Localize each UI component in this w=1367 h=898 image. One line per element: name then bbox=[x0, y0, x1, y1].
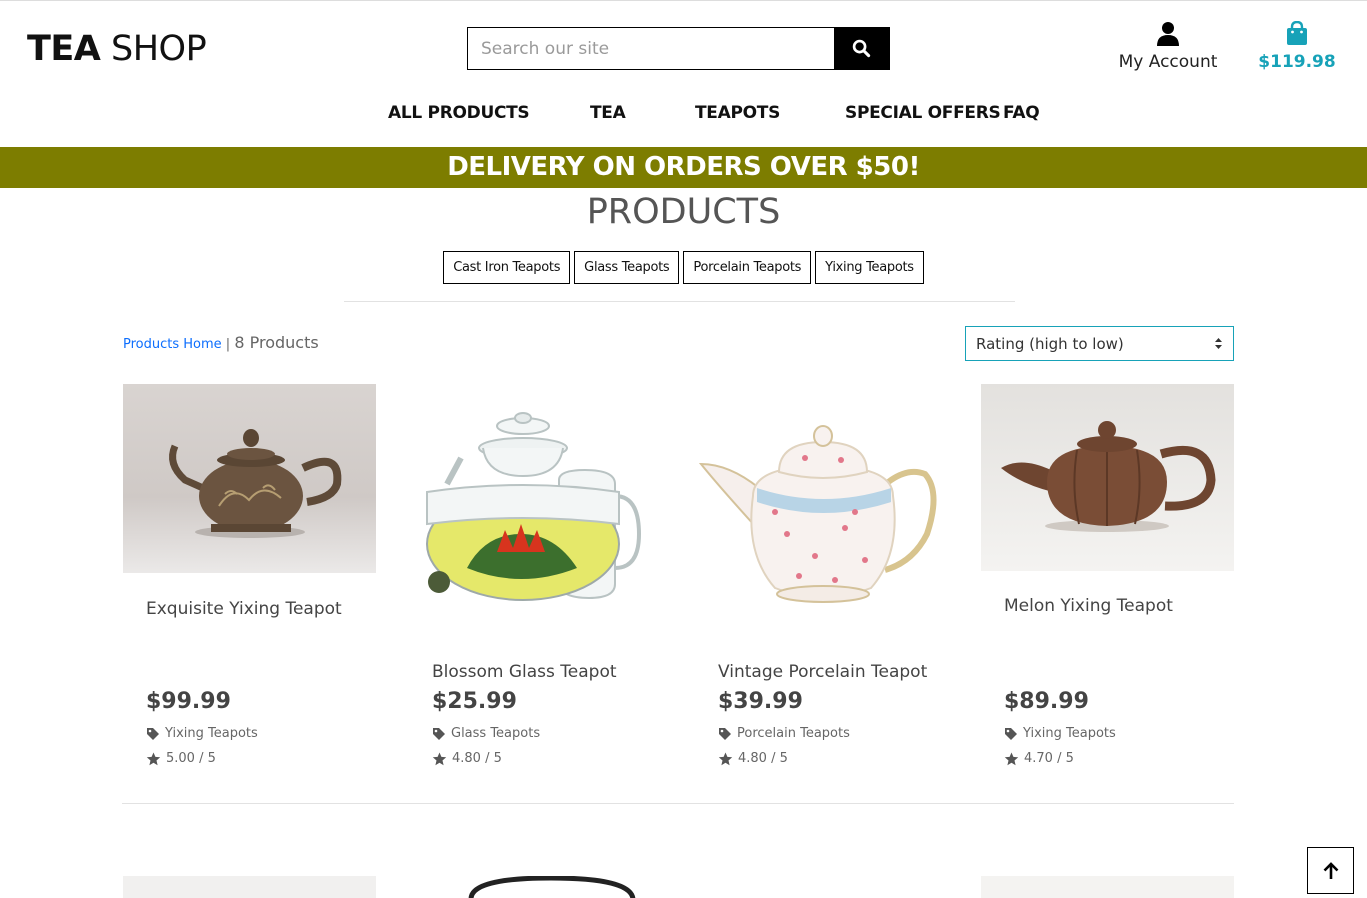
product-category-label: Porcelain Teapots bbox=[737, 726, 850, 741]
product-card[interactable]: Melon Yixing Teapot $89.99 Yixing Teapot… bbox=[981, 384, 1234, 784]
search-form bbox=[467, 27, 890, 70]
product-category[interactable]: Yixing Teapots bbox=[146, 726, 258, 741]
back-to-top-button[interactable] bbox=[1307, 847, 1354, 894]
search-button[interactable] bbox=[834, 28, 889, 69]
star-icon bbox=[432, 752, 447, 765]
delivery-banner: DELIVERY ON ORDERS OVER $50! bbox=[0, 147, 1367, 188]
main-nav: ALL PRODUCTS TEA TEAPOTS SPECIAL OFFERS … bbox=[0, 103, 1367, 129]
nav-faq[interactable]: FAQ bbox=[1003, 103, 1040, 123]
category-porcelain-teapots[interactable]: Porcelain Teapots bbox=[683, 251, 812, 284]
product-rating: 4.80 / 5 bbox=[718, 751, 788, 766]
tag-icon bbox=[433, 727, 445, 740]
nav-tea[interactable]: TEA bbox=[590, 103, 626, 123]
nav-all-products[interactable]: ALL PRODUCTS bbox=[388, 103, 530, 123]
category-filters: Cast Iron Teapots Glass Teapots Porcelai… bbox=[0, 251, 1367, 284]
breadcrumb-separator: | bbox=[225, 337, 231, 352]
product-image-peek bbox=[981, 876, 1234, 898]
site-logo[interactable]: TEA SHOP bbox=[27, 29, 207, 69]
product-price: $25.99 bbox=[432, 689, 517, 714]
product-name[interactable]: Melon Yixing Teapot bbox=[1004, 596, 1173, 616]
product-card[interactable]: Blossom Glass Teapot $25.99 Glass Teapot… bbox=[409, 384, 662, 784]
sort-caret-icon bbox=[1215, 338, 1222, 349]
product-rating: 5.00 / 5 bbox=[146, 751, 216, 766]
product-rating-value: 5.00 / 5 bbox=[166, 751, 216, 766]
product-rating: 4.70 / 5 bbox=[1004, 751, 1074, 766]
product-rating-value: 4.70 / 5 bbox=[1024, 751, 1074, 766]
product-rating-value: 4.80 / 5 bbox=[452, 751, 502, 766]
product-price: $99.99 bbox=[146, 689, 231, 714]
bag-total: $119.98 bbox=[1258, 52, 1336, 72]
category-glass-teapots[interactable]: Glass Teapots bbox=[574, 251, 680, 284]
nav-special-offers[interactable]: SPECIAL OFFERS bbox=[845, 103, 1001, 123]
product-image[interactable] bbox=[409, 384, 662, 624]
breadcrumb: Products Home | 8 Products bbox=[123, 333, 319, 352]
product-price: $39.99 bbox=[718, 689, 803, 714]
product-name[interactable]: Exquisite Yixing Teapot bbox=[146, 599, 342, 619]
tag-icon bbox=[719, 727, 731, 740]
product-image[interactable] bbox=[981, 384, 1234, 571]
product-image-peek bbox=[468, 876, 636, 898]
category-cast-iron-teapots[interactable]: Cast Iron Teapots bbox=[443, 251, 571, 284]
product-card[interactable]: Vintage Porcelain Teapot $39.99 Porcelai… bbox=[695, 384, 948, 784]
product-rating-value: 4.80 / 5 bbox=[738, 751, 788, 766]
product-image[interactable] bbox=[123, 384, 376, 573]
category-yixing-teapots[interactable]: Yixing Teapots bbox=[815, 251, 924, 284]
logo-light-text: SHOP bbox=[111, 29, 207, 69]
product-name[interactable]: Vintage Porcelain Teapot bbox=[718, 662, 927, 682]
user-icon bbox=[1157, 22, 1179, 46]
star-icon bbox=[1004, 752, 1019, 765]
shopping-bag-link[interactable]: $119.98 bbox=[1258, 20, 1336, 72]
product-card[interactable]: Exquisite Yixing Teapot $99.99 Yixing Te… bbox=[123, 384, 376, 784]
page-title: PRODUCTS bbox=[586, 192, 781, 232]
product-name[interactable]: Blossom Glass Teapot bbox=[432, 662, 617, 682]
product-category-label: Glass Teapots bbox=[451, 726, 541, 741]
product-image[interactable] bbox=[695, 384, 948, 624]
divider bbox=[122, 803, 1234, 804]
sort-select[interactable]: Rating (high to low) bbox=[965, 326, 1234, 361]
product-category-label: Yixing Teapots bbox=[165, 726, 258, 741]
nav-teapots[interactable]: TEAPOTS bbox=[695, 103, 780, 123]
my-account-link[interactable]: My Account bbox=[1112, 21, 1224, 72]
product-category[interactable]: Porcelain Teapots bbox=[718, 726, 850, 741]
logo-bold-text: TEA bbox=[27, 29, 101, 69]
star-icon bbox=[146, 752, 161, 765]
star-icon bbox=[718, 752, 733, 765]
search-input[interactable] bbox=[468, 28, 834, 69]
divider bbox=[344, 301, 1015, 302]
tag-icon bbox=[1005, 727, 1017, 740]
product-image-peek bbox=[123, 876, 376, 898]
product-rating: 4.80 / 5 bbox=[432, 751, 502, 766]
my-account-label: My Account bbox=[1118, 52, 1218, 72]
products-home-link[interactable]: Products Home bbox=[123, 337, 222, 352]
search-icon bbox=[852, 39, 871, 58]
product-category[interactable]: Yixing Teapots bbox=[1004, 726, 1116, 741]
sort-selected-value: Rating (high to low) bbox=[976, 334, 1124, 353]
product-count: 8 Products bbox=[234, 333, 319, 352]
site-header: TEA SHOP My Account $119.98 ALL PRODUCTS… bbox=[0, 1, 1367, 147]
tag-icon bbox=[147, 727, 159, 740]
shopping-bag-icon bbox=[1287, 20, 1307, 45]
product-category[interactable]: Glass Teapots bbox=[432, 726, 540, 741]
arrow-up-icon bbox=[1323, 861, 1338, 879]
product-category-label: Yixing Teapots bbox=[1023, 726, 1116, 741]
product-price: $89.99 bbox=[1004, 689, 1089, 714]
